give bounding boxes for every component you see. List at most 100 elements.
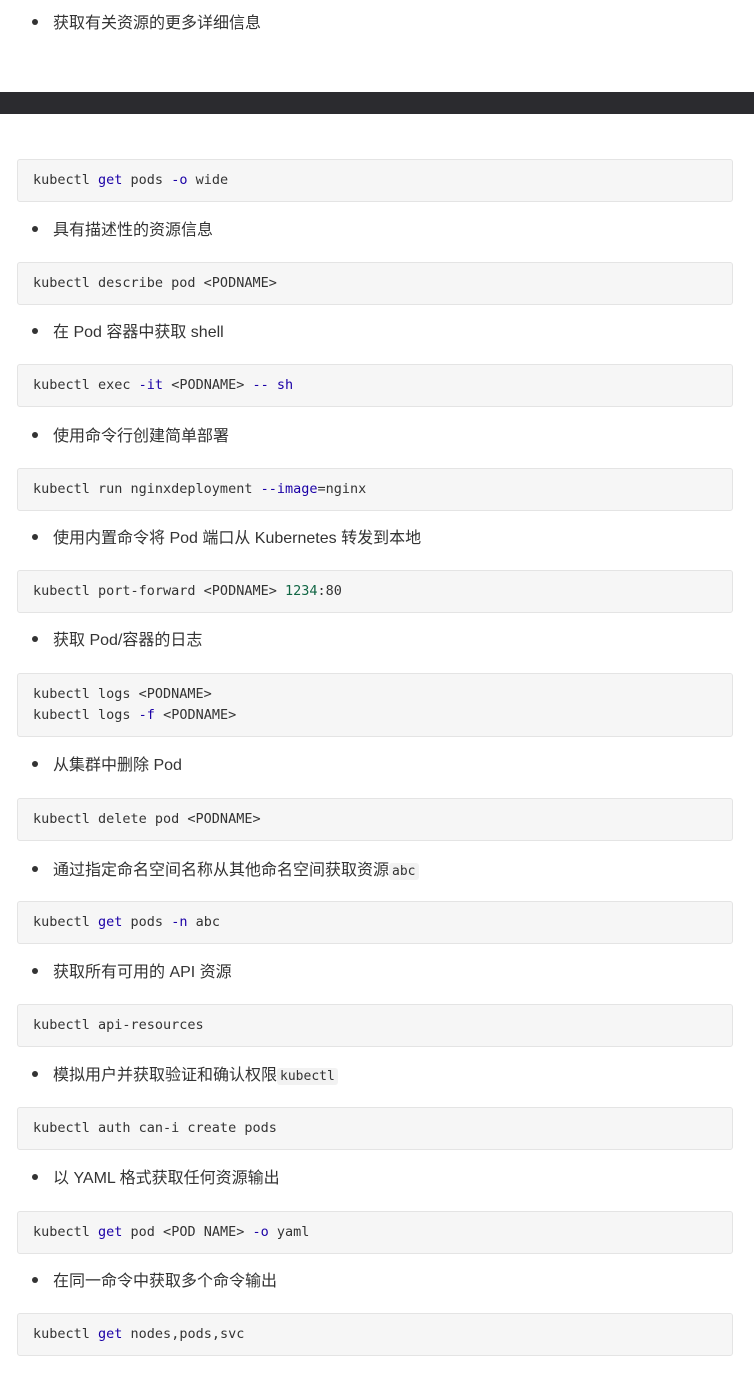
code-token-kw: --image [260, 481, 318, 497]
code-block[interactable]: kubectl auth can-i create pods [17, 1107, 733, 1150]
list-item-text: 以 YAML 格式获取任何资源输出 [53, 1170, 280, 1187]
code-line: kubectl get pod <POD NAME> -o yaml [33, 1222, 717, 1243]
code-token: wide [187, 172, 229, 188]
code-token: pods [122, 172, 172, 188]
list-item: 使用命令行创建简单部署 [32, 426, 229, 448]
code-block[interactable]: kubectl get pods -o wide [17, 159, 733, 202]
list-item-text: 获取 Pod/容器的日志 [53, 632, 203, 649]
bullet-icon [32, 1173, 38, 1180]
list-item-text: 使用内置命令将 Pod 端口从 Kubernetes 转发到本地 [53, 530, 422, 547]
list-item: 获取 Pod/容器的日志 [32, 630, 202, 652]
code-token: kubectl [33, 1326, 99, 1342]
code-token: kubectl delete pod <PODNAME> [33, 811, 261, 827]
list-item: 使用内置命令将 Pod 端口从 Kubernetes 转发到本地 [32, 528, 421, 550]
list-item-text: 获取有关资源的更多详细信息 [53, 15, 262, 32]
list-item-text: 使用命令行创建简单部署 [53, 428, 230, 445]
code-token: <PODNAME> [154, 707, 237, 723]
code-token: kubectl [33, 914, 99, 930]
bullet-icon [32, 865, 38, 872]
code-token: kubectl port-forward <PODNAME> [33, 583, 285, 599]
code-line: kubectl logs -f <PODNAME> [33, 705, 717, 726]
code-token-kw: get [98, 1326, 123, 1342]
list-item-text: 在 Pod 容器中获取 shell [53, 324, 224, 341]
code-token: :80 [317, 583, 342, 599]
list-item: 具有描述性的资源信息 [32, 220, 213, 242]
list-item-text: 模拟用户并获取验证和确认权限 [53, 1067, 278, 1084]
code-token: kubectl logs [33, 707, 139, 723]
divider-bar [0, 92, 754, 114]
code-token: kubectl [33, 1224, 99, 1240]
code-token-num: 1234 [284, 583, 318, 599]
bullet-icon [32, 18, 38, 25]
code-block[interactable]: kubectl get pods -n abc [17, 901, 733, 944]
code-line: kubectl port-forward <PODNAME> 1234:80 [33, 581, 717, 602]
code-token-kw: -- [252, 377, 269, 393]
list-item: 在 Pod 容器中获取 shell [32, 322, 224, 344]
list-item-text: 具有描述性的资源信息 [53, 222, 214, 239]
code-token: pods [122, 914, 172, 930]
bullet-icon [32, 967, 38, 974]
inline-code: kubectl [277, 1068, 338, 1085]
code-token: kubectl auth can-i create pods [33, 1120, 277, 1136]
list-item-text: 通过指定命名空间名称从其他命名空间获取资源 [53, 862, 390, 879]
list-item: 从集群中删除 Pod [32, 755, 182, 777]
code-block[interactable]: kubectl get nodes,pods,svc [17, 1313, 733, 1356]
code-token-kw: -it [138, 377, 164, 393]
list-item: 获取所有可用的 API 资源 [32, 962, 232, 984]
code-block[interactable]: kubectl port-forward <PODNAME> 1234:80 [17, 570, 733, 613]
code-token: kubectl run nginxdeployment [33, 481, 261, 497]
bullet-icon [32, 760, 38, 767]
code-token-kw: -n [171, 914, 188, 930]
code-token: abc [187, 914, 220, 930]
list-item: 通过指定命名空间名称从其他命名空间获取资源 abc [32, 860, 419, 883]
list-item: 模拟用户并获取验证和确认权限 kubectl [32, 1065, 338, 1088]
code-token-kw: get [98, 172, 123, 188]
list-item-text: 从集群中删除 Pod [53, 757, 182, 774]
code-block[interactable]: kubectl get pod <POD NAME> -o yaml [17, 1211, 733, 1254]
code-token: <PODNAME> [163, 377, 253, 393]
bullet-icon [32, 533, 38, 540]
code-token: kubectl exec [33, 377, 139, 393]
code-token-kw: -o [171, 172, 188, 188]
code-token: pod <POD NAME> [122, 1224, 253, 1240]
code-token-kw: get [98, 1224, 123, 1240]
code-block[interactable]: kubectl api-resources [17, 1004, 733, 1047]
list-item: 以 YAML 格式获取任何资源输出 [32, 1168, 280, 1190]
code-token: kubectl [33, 172, 99, 188]
code-block[interactable]: kubectl logs <PODNAME> kubectl logs -f <P… [17, 673, 733, 737]
code-line: kubectl get pods -n abc [33, 912, 717, 933]
code-token-kw: -f [138, 707, 155, 723]
list-item: 在同一命令中获取多个命令输出 [32, 1271, 277, 1293]
code-token: yaml [268, 1224, 310, 1240]
bullet-icon [32, 635, 38, 642]
code-line: kubectl exec -it <PODNAME> -- sh [33, 375, 717, 396]
bullet-icon [32, 327, 38, 334]
code-token-kw: get [98, 914, 123, 930]
list-item: 获取有关资源的更多详细信息 [32, 13, 261, 35]
code-block[interactable]: kubectl describe pod <PODNAME> [17, 262, 733, 305]
code-line: kubectl run nginxdeployment --image=ngin… [33, 479, 717, 500]
bullet-icon [32, 225, 38, 232]
code-token: =nginx [317, 481, 367, 497]
code-block[interactable]: kubectl delete pod <PODNAME> [17, 798, 733, 841]
code-token: kubectl logs <PODNAME> [33, 686, 212, 702]
bullet-icon [32, 1276, 38, 1283]
code-block[interactable]: kubectl run nginxdeployment --image=ngin… [17, 468, 733, 511]
code-block[interactable]: kubectl exec -it <PODNAME> -- sh [17, 364, 733, 407]
code-token: kubectl api-resources [33, 1017, 204, 1033]
code-line: kubectl delete pod <PODNAME> [33, 809, 717, 830]
code-line: kubectl logs <PODNAME> [33, 684, 717, 705]
code-line: kubectl get nodes,pods,svc [33, 1324, 717, 1345]
inline-code: abc [389, 863, 419, 880]
code-line: kubectl get pods -o wide [33, 170, 717, 191]
code-token: nodes,pods,svc [122, 1326, 245, 1342]
code-line: kubectl describe pod <PODNAME> [33, 273, 717, 294]
list-item-text: 在同一命令中获取多个命令输出 [53, 1273, 278, 1290]
code-line: kubectl api-resources [33, 1015, 717, 1036]
code-token: kubectl describe pod <PODNAME> [33, 275, 277, 291]
list-item-text: 获取所有可用的 API 资源 [53, 964, 232, 981]
bullet-icon [32, 1070, 38, 1077]
code-line: kubectl auth can-i create pods [33, 1118, 717, 1139]
code-token-kw: -o [252, 1224, 269, 1240]
